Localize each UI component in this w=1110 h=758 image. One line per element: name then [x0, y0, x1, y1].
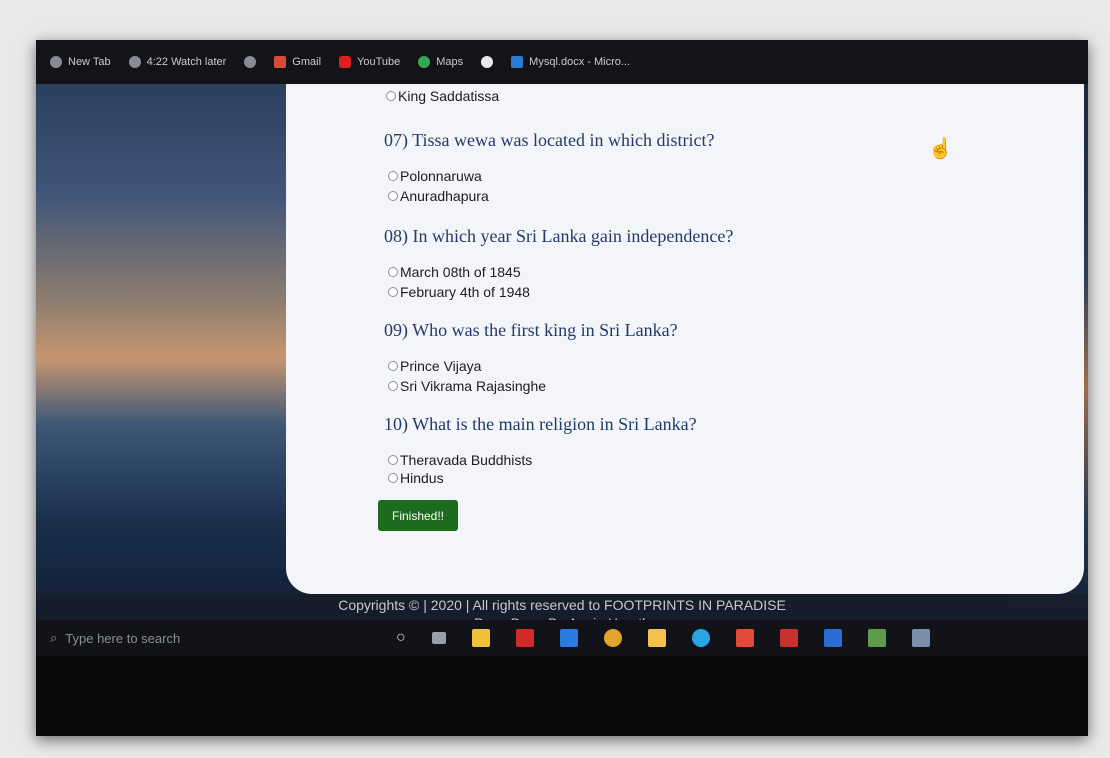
bookmark-watch-later[interactable]: 4:22 Watch later: [128, 56, 226, 68]
quiz-option[interactable]: March 08th of 1845: [388, 264, 521, 280]
quiz-option[interactable]: King Saddatissa: [386, 88, 499, 104]
question-10: 10) What is the main religion in Sri Lan…: [384, 414, 697, 434]
taskbar-apps: ○: [396, 629, 930, 647]
radio-button[interactable]: [388, 287, 398, 297]
antivirus-icon[interactable]: [735, 629, 754, 647]
maps-icon: [418, 56, 431, 68]
mail-icon[interactable]: [559, 629, 578, 647]
quiz-option[interactable]: Theravada Buddhists: [388, 452, 532, 468]
radio-button[interactable]: [388, 361, 398, 371]
quiz-option[interactable]: Anuradhapura: [388, 188, 489, 204]
bookmarks-bar: New Tab 4:22 Watch later Gmail YouTube M…: [36, 40, 1088, 84]
radio-button[interactable]: [388, 171, 398, 181]
pdf-icon[interactable]: [515, 629, 534, 647]
finished-button[interactable]: Finished!!: [378, 500, 458, 531]
quiz-option[interactable]: Polonnaruwa: [388, 168, 482, 184]
bookmark-gmail[interactable]: Gmail: [274, 56, 321, 68]
radio-button[interactable]: [388, 381, 398, 391]
windows-taskbar: ⌕ Type here to search ○: [36, 620, 1088, 656]
quiz-option[interactable]: Prince Vijaya: [388, 358, 481, 374]
file-explorer-icon[interactable]: [647, 629, 666, 647]
quiz-option[interactable]: Hindus: [388, 470, 444, 486]
task-view-icon[interactable]: [431, 632, 446, 644]
word-icon[interactable]: [823, 629, 842, 647]
globe-icon: [50, 56, 62, 68]
bookmark-new-tab[interactable]: New Tab: [50, 56, 111, 68]
bookmark-google[interactable]: [481, 56, 494, 68]
radio-button[interactable]: [388, 455, 398, 465]
bookmark-globe[interactable]: [244, 56, 257, 68]
taskbar-search[interactable]: ⌕ Type here to search: [36, 630, 366, 646]
edge-icon[interactable]: [691, 629, 710, 647]
copyright-text: Copyrights © | 2020 | All rights reserve…: [338, 597, 786, 613]
radio-button[interactable]: [386, 91, 396, 101]
chrome-icon[interactable]: [603, 629, 622, 647]
word-icon: [511, 56, 524, 68]
app2-icon[interactable]: [911, 629, 930, 647]
search-placeholder: Type here to search: [65, 630, 181, 646]
quiz-option[interactable]: February 4th of 1948: [388, 284, 530, 300]
quiz-panel: King Saddatissa 07) Tissa wewa was locat…: [286, 84, 1084, 594]
monitor-screen: New Tab 4:22 Watch later Gmail YouTube M…: [36, 40, 1088, 736]
hand-cursor-icon: ☝: [928, 138, 953, 160]
question-08: 08) In which year Sri Lanka gain indepen…: [384, 226, 734, 246]
globe-icon: [244, 56, 257, 68]
store-icon[interactable]: [471, 629, 490, 647]
filezilla-icon[interactable]: [779, 629, 798, 647]
monitor-bezel: [36, 656, 1088, 736]
bookmark-maps[interactable]: Maps: [418, 56, 463, 68]
quiz-option[interactable]: Sri Vikrama Rajasinghe: [388, 378, 546, 394]
app-icon[interactable]: [867, 629, 886, 647]
radio-button[interactable]: [388, 267, 398, 277]
search-icon: ⌕: [50, 630, 58, 645]
bookmark-youtube[interactable]: YouTube: [339, 56, 400, 68]
question-07: 07) Tissa wewa was located in which dist…: [384, 130, 715, 150]
youtube-icon: [339, 56, 352, 68]
radio-button[interactable]: [388, 473, 398, 483]
bookmark-mysql-doc[interactable]: Mysql.docx - Micro...: [511, 56, 630, 68]
gmail-icon: [274, 56, 287, 68]
cortana-icon[interactable]: ○: [396, 629, 406, 647]
question-09: 09) Who was the first king in Sri Lanka?: [384, 320, 678, 340]
radio-button[interactable]: [388, 191, 398, 201]
globe-icon: [128, 56, 141, 68]
google-icon: [481, 56, 494, 68]
